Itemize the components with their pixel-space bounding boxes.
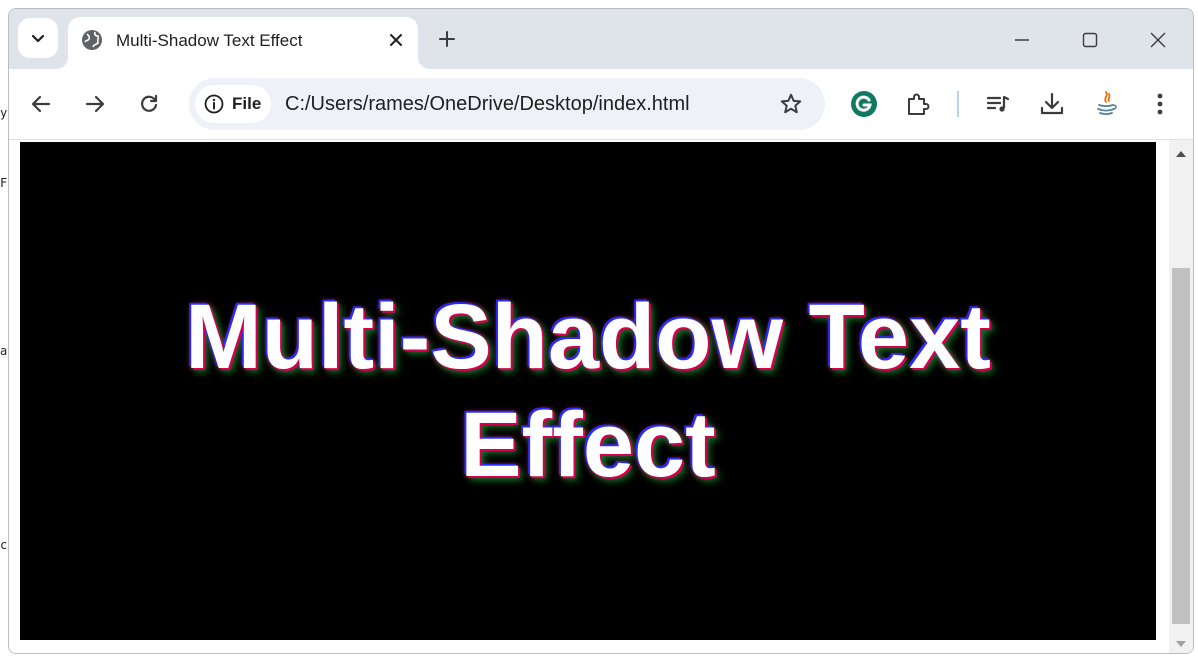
download-icon [1040,92,1064,115]
multi-shadow-headline: Multi-Shadow Text Effect [185,286,991,496]
reload-icon [141,94,158,112]
tab-search-button[interactable] [18,18,58,58]
info-icon [204,94,224,114]
star-icon [780,93,802,114]
scroll-up-button[interactable] [1169,144,1193,164]
close-icon [1150,32,1166,48]
browser-toolbar: File C:/Users/rames/OneDrive/Desktop/ind… [9,69,1193,139]
plus-icon [439,31,455,47]
media-controls-button[interactable] [981,87,1015,121]
vertical-scrollbar[interactable] [1169,140,1193,653]
site-info-chip[interactable]: File [195,85,271,123]
desktop-edge-char: F [0,176,8,190]
tab-title: Multi-Shadow Text Effect [116,31,303,50]
downloads-button[interactable] [1035,87,1069,121]
address-bar[interactable]: File C:/Users/rames/OneDrive/Desktop/ind… [189,78,825,130]
page-content: Multi-Shadow Text Effect [9,139,1193,653]
triangle-up-icon [1176,151,1186,157]
maximize-icon [1082,32,1098,48]
minimize-icon [1015,39,1029,41]
url-text[interactable]: C:/Users/rames/OneDrive/Desktop/index.ht… [285,93,690,116]
desktop-edge-char: y [0,106,8,120]
scrollbar-thumb[interactable] [1172,268,1190,624]
close-window-button[interactable] [1135,23,1181,57]
grammarly-extension-button[interactable] [847,87,881,121]
back-button[interactable] [23,86,59,122]
more-vert-icon [1157,93,1163,115]
extensions-puzzle-icon [908,93,930,115]
reload-button[interactable] [131,86,167,122]
extensions-button[interactable] [901,87,935,121]
forward-arrow-icon [85,95,105,113]
browser-menu-button[interactable] [1143,87,1177,121]
forward-button[interactable] [77,86,113,122]
desktop-edge-char: c [0,538,8,552]
grammarly-icon [851,91,877,117]
tab-close-button[interactable] [382,26,410,54]
page-body: Multi-Shadow Text Effect [20,142,1156,640]
minimize-button[interactable] [999,23,1045,57]
browser-window: Multi-Shadow Text Effect File C:/Users/r… [8,8,1194,654]
new-tab-button[interactable] [431,23,463,55]
globe-icon [82,30,102,50]
toolbar-separator [957,91,959,117]
java-icon [1097,91,1117,116]
maximize-button[interactable] [1067,23,1113,57]
java-extension-button[interactable] [1089,87,1123,121]
media-queue-icon [986,95,1010,112]
close-icon [390,34,402,46]
title-bar: Multi-Shadow Text Effect [9,9,1193,69]
bookmark-button[interactable] [777,90,805,118]
site-chip-label: File [232,94,262,113]
active-tab[interactable]: Multi-Shadow Text Effect [68,17,418,69]
back-arrow-icon [31,95,51,113]
chevron-down-icon [31,34,45,43]
scroll-down-button[interactable] [1169,634,1193,653]
desktop-edge-char: a [0,344,8,358]
triangle-down-icon [1176,641,1186,647]
